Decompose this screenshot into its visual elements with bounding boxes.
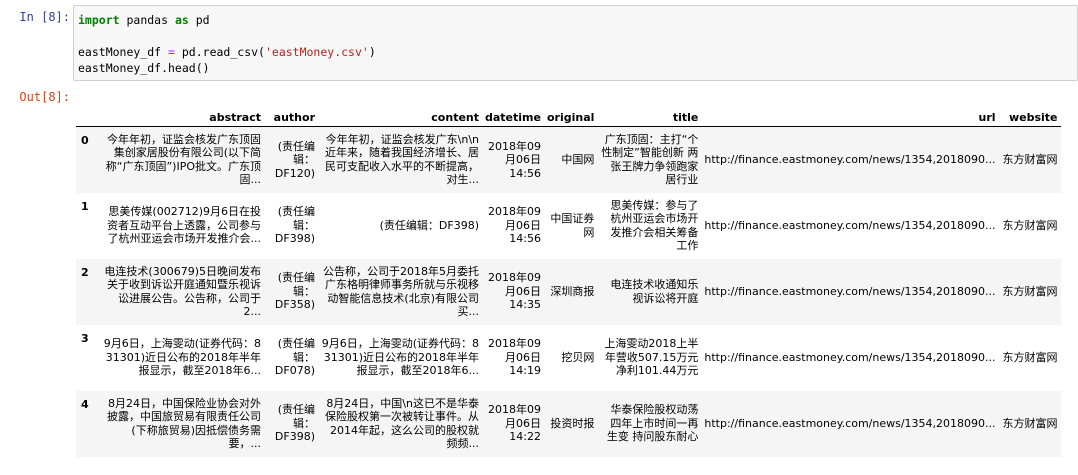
cell-content-text: 8月24日，中国\n这已不是华泰保险股权第一次被转让事件。从2014年起，这么公… (325, 396, 479, 451)
row-index: 0 (81, 134, 89, 147)
column-header-url: url (701, 102, 999, 127)
cell-content: 公告称，公司于2018年5月委托广东格明律师事务所就与乐视移动智能信息技术(北京… (318, 259, 482, 325)
cell-url-text: http://finance.eastmoney.com/news/1354,2… (704, 284, 996, 298)
code-module-name: pandas (119, 13, 175, 27)
cell-title: 华泰保险股权动荡 四年上市时间一再生变 持问股东耐心 (597, 391, 701, 457)
row-index: 3 (81, 331, 89, 345)
column-header-title: title (597, 102, 702, 127)
column-header-website: website (998, 102, 1061, 127)
code-head-call: eastMoney_df.head() (78, 61, 210, 75)
cell-content: 9月6日，上海雯动(证券代码：831301)近日公布的2018年半年报显示，截至… (318, 325, 482, 391)
cell-abstract: 9月6日，上海雯动(证券代码：831301)近日公布的2018年半年报显示，截至… (98, 325, 264, 391)
column-header-abstract: abstract (98, 102, 264, 127)
cell-content-text: 9月6日，上海雯动(证券代码：831301)近日公布的2018年半年报显示，截至… (321, 337, 479, 378)
code-keyword-as: as (174, 13, 189, 27)
row-index: 1 (81, 199, 89, 213)
table-header-row: abstract author content datetime origina… (76, 102, 1061, 127)
code-call-close: ) (368, 45, 376, 59)
cell-url: http://finance.eastmoney.com/news/1354,2… (701, 193, 998, 259)
cell-author: (责任编辑：DF120) (274, 139, 315, 180)
cell-abstract: 今年年初，证监会核发广东顶固集创家居股份有限公司(以下简称“广东顶固”)IPO批… (98, 127, 264, 193)
cell-content-text: 今年年初，证监会核发广东\n\n近年来，随着我国经济增长、居民可支配收入水平的不… (325, 132, 479, 187)
cell-website: 东方财富网 (1002, 416, 1058, 430)
cell-content: (责任编辑：DF398) (318, 193, 482, 259)
cell-author: (责任编辑：DF398) (274, 403, 315, 444)
cell-abstract-text: 9月6日，上海雯动(证券代码：831301)近日公布的2018年半年报显示，截至… (103, 337, 261, 378)
output-prompt: Out[8]: (19, 90, 70, 104)
cell-content-text: (责任编辑：DF398) (379, 218, 479, 232)
cell-abstract-text: 电连技术(300679)5日晚间发布关于收到诉讼开庭通知暨乐视诉讼进展公告。公告… (104, 264, 261, 319)
input-prompt: In [8]: (19, 10, 70, 24)
cell-content-text: 公告称，公司于2018年5月委托广东格明律师事务所就与乐视移动智能信息技术(北京… (323, 264, 479, 319)
cell-website: 东方财富网 (1002, 218, 1058, 232)
cell-content: 8月24日，中国\n这已不是华泰保险股权第一次被转让事件。从2014年起，这么公… (318, 391, 482, 457)
cell-title-text: 思美传媒：参与了杭州亚运会市场开发推介会相关筹备工作 (610, 198, 699, 253)
cell-author: (责任编辑：DF398) (274, 205, 315, 246)
cell-url: http://finance.eastmoney.com/news/1354,2… (701, 259, 998, 325)
cell-title: 电连技术收通知乐视诉讼将开庭 (597, 259, 701, 325)
code-operator: = (168, 45, 175, 59)
cell-datetime: 2018年09月06日 14:56 (487, 205, 541, 246)
cell-website: 东方财富网 (1002, 350, 1058, 364)
table-row: 1 思美传媒(002712)9月6日在投资者互动平台上透露，公司参与了杭州亚运会… (76, 193, 1061, 259)
cell-website: 东方财富网 (1002, 153, 1058, 166)
cell-original: 中国证券网 (550, 212, 595, 239)
cell-title-text: 华泰保险股权动荡 四年上市时间一再生变 持问股东耐心 (606, 403, 699, 444)
cell-abstract-text: 今年年初，证监会核发广东顶固集创家居股份有限公司(以下简称“广东顶固”)IPO批… (105, 132, 261, 187)
column-header-content: content (318, 102, 482, 127)
cell-original: 投资时报 (550, 416, 595, 430)
column-header-datetime: datetime (482, 102, 544, 127)
cell-datetime: 2018年09月06日 14:56 (487, 139, 541, 180)
cell-title-text: 电连技术收通知乐视诉讼将开庭 (610, 278, 699, 305)
cell-title-text: 上海雯动2018上半年营收507.15万元 净利101.44万元 (604, 337, 699, 378)
cell-title: 思美传媒：参与了杭州亚运会市场开发推介会相关筹备工作 (597, 193, 701, 259)
cell-url-text: http://finance.eastmoney.com/news/1354,2… (704, 350, 996, 364)
cell-url: http://finance.eastmoney.com/news/1354,2… (701, 325, 998, 391)
column-header-author: author (264, 102, 318, 127)
cell-author: (责任编辑：DF078) (274, 337, 315, 378)
cell-website: 东方财富网 (1002, 284, 1058, 298)
table-row: 3 9月6日，上海雯动(证券代码：831301)近日公布的2018年半年报显示，… (76, 325, 1061, 391)
code-keyword-import: import (78, 13, 120, 27)
code-alias: pd (188, 13, 210, 27)
cell-datetime: 2018年09月06日 14:35 (487, 271, 541, 312)
cell-url-text: http://finance.eastmoney.com/news/1354,2… (704, 416, 996, 430)
column-header-original: original (543, 102, 598, 127)
row-index: 2 (81, 265, 89, 279)
column-header-index (76, 102, 98, 127)
cell-title: 上海雯动2018上半年营收507.15万元 净利101.44万元 (597, 325, 701, 391)
code-string: 'eastMoney.csv' (264, 45, 369, 59)
cell-datetime: 2018年09月06日 14:19 (487, 337, 541, 378)
cell-title: 广东顶固：主打“个性制定”智能创新 两张王牌力争领跑家居行业 (597, 127, 701, 193)
code-input-area[interactable]: import pandas as pd eastMoney_df = pd.re… (73, 5, 1078, 81)
row-index: 4 (81, 397, 89, 411)
cell-abstract: 8月24日，中国保险业协会对外披露，中国旅贸易有限责任公司(下称旅贸易)因抵偿债… (98, 391, 264, 457)
code-variable: eastMoney_df (78, 45, 169, 59)
cell-title-text: 广东顶固：主打“个性制定”智能创新 两张王牌力争领跑家居行业 (601, 132, 699, 187)
cell-content: 今年年初，证监会核发广东\n\n近年来，随着我国经济增长、居民可支配收入水平的不… (318, 127, 482, 193)
cell-author: (责任编辑：DF358) (274, 271, 315, 312)
cell-original: 深圳商报 (550, 284, 595, 298)
table-row: 4 8月24日，中国保险业协会对外披露，中国旅贸易有限责任公司(下称旅贸易)因抵… (76, 390, 1061, 457)
cell-url: http://finance.eastmoney.com/news/1354,2… (701, 127, 998, 193)
cell-abstract-text: 思美传媒(002712)9月6日在投资者互动平台上透露，公司参与了杭州亚运会市场… (107, 205, 261, 246)
cell-url-text: http://finance.eastmoney.com/news/1354,2… (704, 218, 996, 232)
dataframe-table: abstract author content datetime origina… (76, 102, 1061, 457)
table-row: 0 今年年初，证监会核发广东顶固集创家居股份有限公司(以下简称“广东顶固”)IP… (76, 126, 1061, 193)
cell-abstract: 电连技术(300679)5日晚间发布关于收到诉讼开庭通知暨乐视诉讼进展公告。公告… (98, 259, 264, 325)
table-row: 2 电连技术(300679)5日晚间发布关于收到诉讼开庭通知暨乐视诉讼进展公告。… (76, 258, 1061, 325)
cell-abstract: 思美传媒(002712)9月6日在投资者互动平台上透露，公司参与了杭州亚运会市场… (98, 193, 264, 259)
code-editor[interactable]: import pandas as pd eastMoney_df = pd.re… (78, 12, 376, 76)
cell-original: 挖贝网 (561, 350, 595, 364)
cell-url-text: http://finance.eastmoney.com/news/1354,2… (704, 153, 996, 166)
cell-abstract-text: 8月24日，中国保险业协会对外披露，中国旅贸易有限责任公司(下称旅贸易)因抵偿债… (107, 396, 261, 451)
cell-datetime: 2018年09月06日 14:22 (487, 403, 541, 444)
cell-original: 中国网 (561, 153, 595, 166)
code-call: pd.read_csv( (174, 45, 265, 59)
cell-url: http://finance.eastmoney.com/news/1354,2… (701, 391, 998, 457)
